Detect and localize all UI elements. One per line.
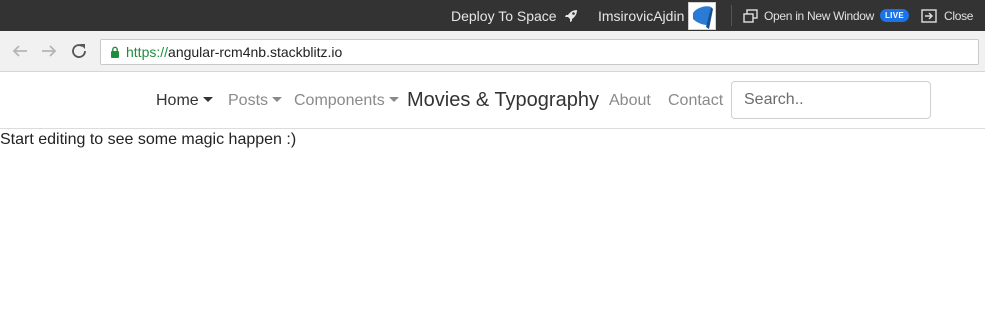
nav-components[interactable]: Components [294, 72, 399, 129]
reload-button[interactable] [69, 41, 89, 61]
arrow-left-icon [12, 45, 27, 57]
editor-topbar: Deploy To Space ImsirovicAjdin Open in N… [0, 0, 985, 31]
brand-label: Movies & Typography [407, 89, 599, 111]
main-text: Start editing to see some magic happen :… [0, 131, 297, 148]
forward-button[interactable] [39, 41, 59, 61]
nav-home[interactable]: Home [156, 72, 213, 129]
avatar [688, 1, 717, 30]
nav-posts[interactable]: Posts [228, 72, 283, 129]
rocket-icon [564, 9, 577, 22]
open-new-window-button[interactable]: Open in New Window LIVE [743, 0, 909, 31]
caret-down-icon [272, 97, 283, 102]
caret-down-icon [202, 97, 213, 102]
browser-toolbar: https://angular-rcm4nb.stackblitz.io [0, 31, 985, 72]
close-label: Close [944, 8, 974, 23]
close-button[interactable]: Close [921, 0, 973, 31]
reload-icon [72, 44, 86, 58]
nav-about-label: About [609, 91, 651, 109]
url-scheme: https:// [126, 44, 169, 60]
lock-icon [111, 46, 119, 58]
nav-posts-label: Posts [228, 91, 269, 109]
deploy-label: Deploy To Space [451, 7, 557, 24]
topbar-divider [731, 5, 732, 26]
nav-brand[interactable]: Movies & Typography [407, 72, 599, 129]
arrow-right-icon [42, 45, 57, 57]
nav-home-label: Home [156, 91, 199, 109]
user-menu[interactable]: ImsirovicAjdin [598, 0, 717, 31]
deploy-button[interactable]: Deploy To Space [451, 0, 579, 31]
url-host: angular-rcm4nb.stackblitz.io [168, 44, 343, 60]
nav-components-label: Components [294, 91, 385, 109]
username: ImsirovicAjdin [598, 7, 685, 24]
caret-down-icon [388, 97, 399, 102]
nav-about[interactable]: About [609, 72, 651, 129]
new-window-icon [743, 8, 758, 23]
nav-contact-label: Contact [668, 91, 724, 109]
app-navbar: Home Posts Components Movies & Typograph… [0, 72, 985, 129]
back-button[interactable] [10, 41, 30, 61]
live-badge: LIVE [879, 9, 909, 22]
open-window-label: Open in New Window [764, 8, 874, 23]
search-input[interactable] [731, 81, 931, 119]
nav-contact[interactable]: Contact [668, 72, 723, 129]
exit-icon [921, 8, 937, 23]
address-bar[interactable]: https://angular-rcm4nb.stackblitz.io [100, 39, 979, 65]
